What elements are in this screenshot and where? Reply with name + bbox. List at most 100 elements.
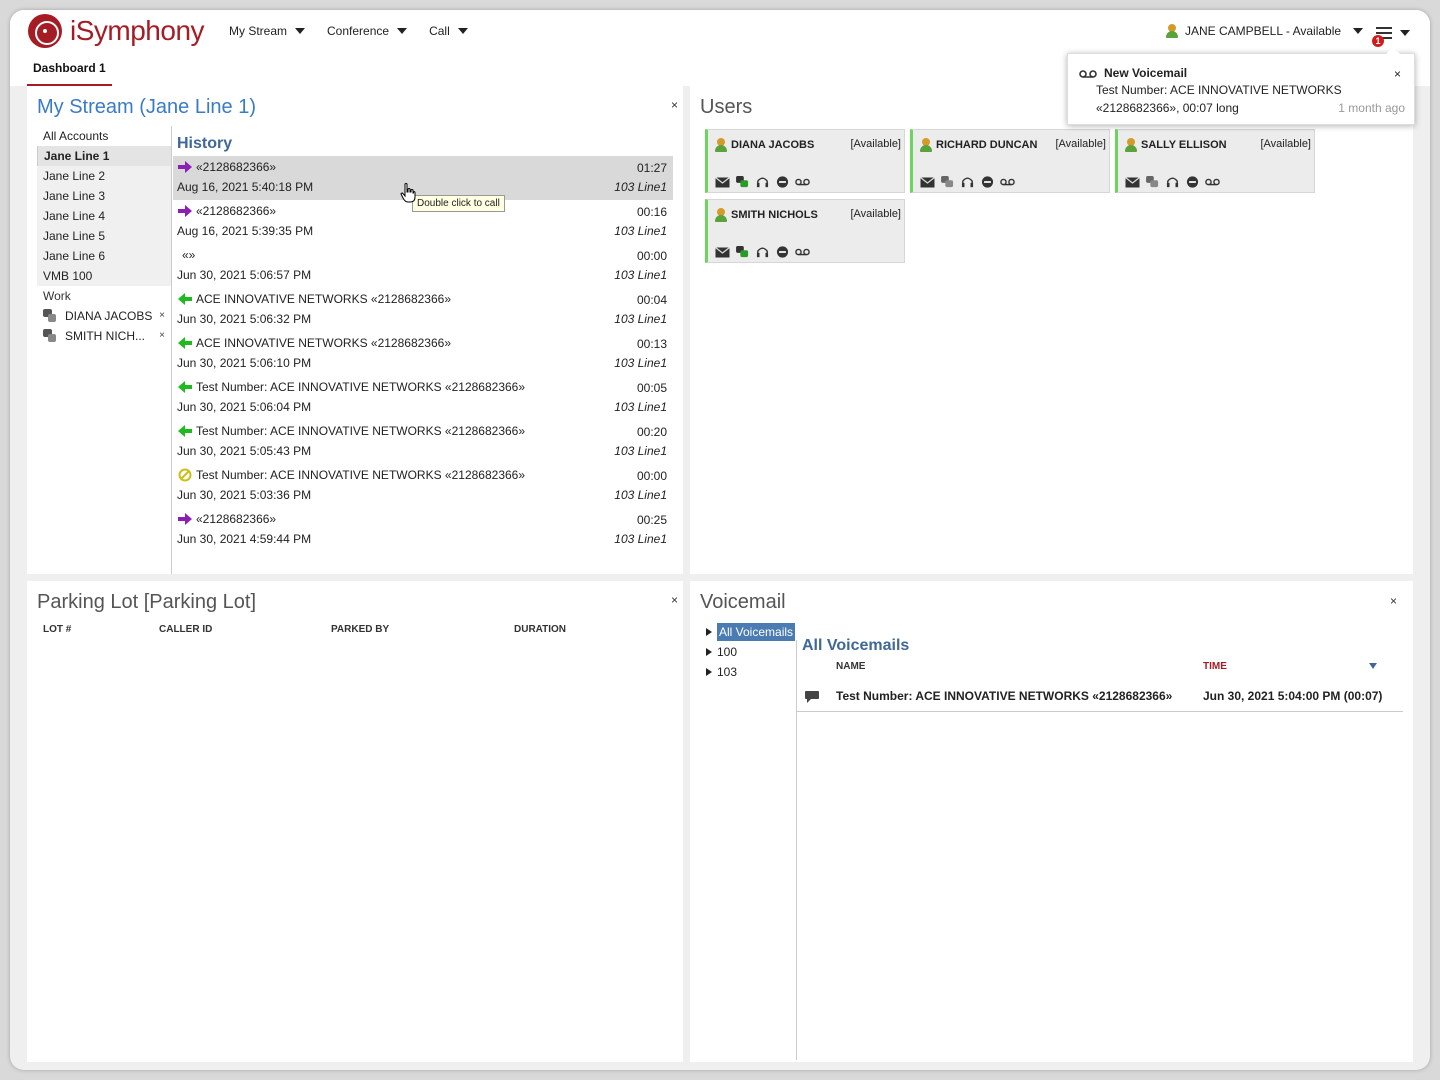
- outgoing-call-icon: [178, 161, 192, 173]
- account-item[interactable]: Jane Line 1: [37, 146, 171, 166]
- caller-label: Test Number: ACE INNOVATIVE NETWORKS «21…: [196, 468, 526, 482]
- tree-node-103[interactable]: 103: [706, 662, 795, 682]
- column-header-time[interactable]: TIME: [1203, 661, 1227, 672]
- column-header-caller-id[interactable]: CALLER ID: [159, 624, 212, 635]
- history-date: Jun 30, 2021 5:05:43 PM: [177, 444, 312, 458]
- message-bubble-icon: [805, 691, 819, 703]
- account-item[interactable]: Jane Line 2: [37, 166, 171, 186]
- history-date: Jun 30, 2021 5:06:10 PM: [177, 356, 312, 370]
- column-header-name[interactable]: NAME: [836, 661, 865, 672]
- chat-icon[interactable]: [735, 176, 750, 188]
- account-item[interactable]: Jane Line 6: [37, 246, 171, 266]
- account-item[interactable]: Jane Line 4: [37, 206, 171, 226]
- column-header-duration[interactable]: DURATION: [514, 624, 566, 635]
- do-not-disturb-icon[interactable]: [980, 176, 995, 188]
- user-card[interactable]: SMITH NICHOLS [Available]: [705, 199, 905, 263]
- history-caller: «2128682366»: [177, 160, 276, 174]
- user-actions: [1125, 176, 1220, 188]
- do-not-disturb-icon[interactable]: [1185, 176, 1200, 188]
- incoming-call-icon: [178, 293, 192, 305]
- history-duration: 00:00: [636, 249, 667, 263]
- user-card[interactable]: RICHARD DUNCAN [Available]: [910, 129, 1110, 193]
- popup-arrow: [1386, 47, 1400, 54]
- close-icon[interactable]: ×: [159, 306, 165, 326]
- history-date: Jun 30, 2021 4:59:44 PM: [177, 532, 312, 546]
- notification-caller: Test Number: ACE INNOVATIVE NETWORKS: [1096, 83, 1342, 97]
- column-header-lot[interactable]: LOT #: [43, 624, 71, 635]
- headset-icon[interactable]: [755, 246, 770, 258]
- column-header-parked-by[interactable]: PARKED BY: [331, 624, 389, 635]
- voicemail-row[interactable]: Test Number: ACE INNOVATIVE NETWORKS «21…: [797, 678, 1403, 712]
- headset-icon[interactable]: [755, 176, 770, 188]
- history-line: 103 Line1: [614, 488, 667, 502]
- user-icon: [919, 138, 933, 152]
- menu-conference[interactable]: Conference: [327, 24, 408, 38]
- expand-icon[interactable]: [706, 648, 712, 656]
- menu-my-stream[interactable]: My Stream: [229, 24, 306, 38]
- logo-text: iSymphony: [70, 15, 205, 46]
- voicemail-icon[interactable]: [1205, 176, 1220, 188]
- voicemail-icon[interactable]: [795, 176, 810, 188]
- history-row[interactable]: Test Number: ACE INNOVATIVE NETWORKS «21…: [173, 376, 673, 420]
- history-row[interactable]: Test Number: ACE INNOVATIVE NETWORKS «21…: [173, 420, 673, 464]
- history-row[interactable]: «» Jun 30, 2021 5:06:57 PM 00:00 103 Line1: [173, 244, 673, 288]
- account-item[interactable]: VMB 100: [37, 266, 171, 286]
- app-logo[interactable]: iSymphony: [28, 13, 205, 49]
- notification-details: «2128682366», 00:07 long: [1096, 101, 1239, 115]
- history-row[interactable]: Test Number: ACE INNOVATIVE NETWORKS «21…: [173, 464, 673, 508]
- chat-icon[interactable]: [735, 246, 750, 258]
- user-card-name: RICHARD DUNCAN: [919, 138, 1037, 152]
- notification-time: 1 month ago: [1338, 101, 1405, 115]
- headset-icon[interactable]: [960, 176, 975, 188]
- history-row[interactable]: «2128682366» Aug 16, 2021 5:40:18 PM 01:27…: [173, 156, 673, 200]
- history-row[interactable]: ACE INNOVATIVE NETWORKS «2128682366» Jun …: [173, 332, 673, 376]
- history-row[interactable]: «2128682366» Jun 30, 2021 4:59:44 PM 00:25…: [173, 508, 673, 552]
- close-icon[interactable]: ×: [671, 98, 678, 112]
- tree-node-all-voicemails[interactable]: All Voicemails: [706, 622, 796, 642]
- expand-icon[interactable]: [706, 668, 712, 676]
- sort-descending-icon[interactable]: [1369, 663, 1377, 669]
- history-caller: «2128682366»: [177, 204, 276, 218]
- user-actions: [715, 246, 810, 258]
- email-icon[interactable]: [1125, 176, 1140, 188]
- panel-title: Voicemail: [700, 591, 786, 613]
- menu-call[interactable]: Call: [429, 24, 468, 38]
- email-icon[interactable]: [920, 176, 935, 188]
- voicemail-icon[interactable]: [795, 246, 810, 258]
- panel-title: Users: [700, 96, 753, 118]
- history-line: 103 Line1: [614, 400, 667, 414]
- account-item[interactable]: All Accounts: [37, 126, 171, 146]
- headset-icon[interactable]: [1165, 176, 1180, 188]
- chat-icon[interactable]: [1145, 176, 1160, 188]
- tab-dashboard-1[interactable]: Dashboard 1: [27, 56, 112, 86]
- email-icon[interactable]: [715, 246, 730, 258]
- notification-popup[interactable]: New Voicemail × Test Number: ACE INNOVAT…: [1067, 47, 1415, 125]
- incoming-call-icon: [178, 381, 192, 393]
- user-card[interactable]: DIANA JACOBS [Available]: [705, 129, 905, 193]
- do-not-disturb-icon[interactable]: [775, 176, 790, 188]
- voicemail-time: Jun 30, 2021 5:04:00 PM (00:07): [1203, 689, 1383, 703]
- user-status-label: JANE CAMPBELL - Available: [1185, 24, 1342, 38]
- voicemail-icon[interactable]: [1000, 176, 1015, 188]
- chat-icon[interactable]: [940, 176, 955, 188]
- work-item[interactable]: SMITH NICH... ×: [37, 326, 171, 346]
- chevron-down-icon: [1400, 30, 1410, 36]
- account-item[interactable]: Jane Line 3: [37, 186, 171, 206]
- history-duration: 00:00: [636, 469, 667, 483]
- close-icon[interactable]: ×: [1394, 67, 1401, 81]
- do-not-disturb-icon[interactable]: [775, 246, 790, 258]
- user-card[interactable]: SALLY ELLISON [Available]: [1115, 129, 1315, 193]
- tooltip: Double click to call: [412, 195, 505, 212]
- close-icon[interactable]: ×: [159, 326, 165, 346]
- email-icon[interactable]: [715, 176, 730, 188]
- history-row[interactable]: ACE INNOVATIVE NETWORKS «2128682366» Jun …: [173, 288, 673, 332]
- history-duration: 01:27: [636, 161, 667, 175]
- user-card-name: SALLY ELLISON: [1124, 138, 1227, 152]
- tree-node-100[interactable]: 100: [706, 642, 795, 662]
- account-item[interactable]: Jane Line 5: [37, 226, 171, 246]
- user-status-menu[interactable]: JANE CAMPBELL - Available: [1165, 24, 1364, 38]
- close-icon[interactable]: ×: [671, 593, 678, 607]
- work-item[interactable]: DIANA JACOBS ×: [37, 306, 171, 326]
- expand-icon[interactable]: [706, 628, 712, 636]
- close-icon[interactable]: ×: [1390, 594, 1397, 608]
